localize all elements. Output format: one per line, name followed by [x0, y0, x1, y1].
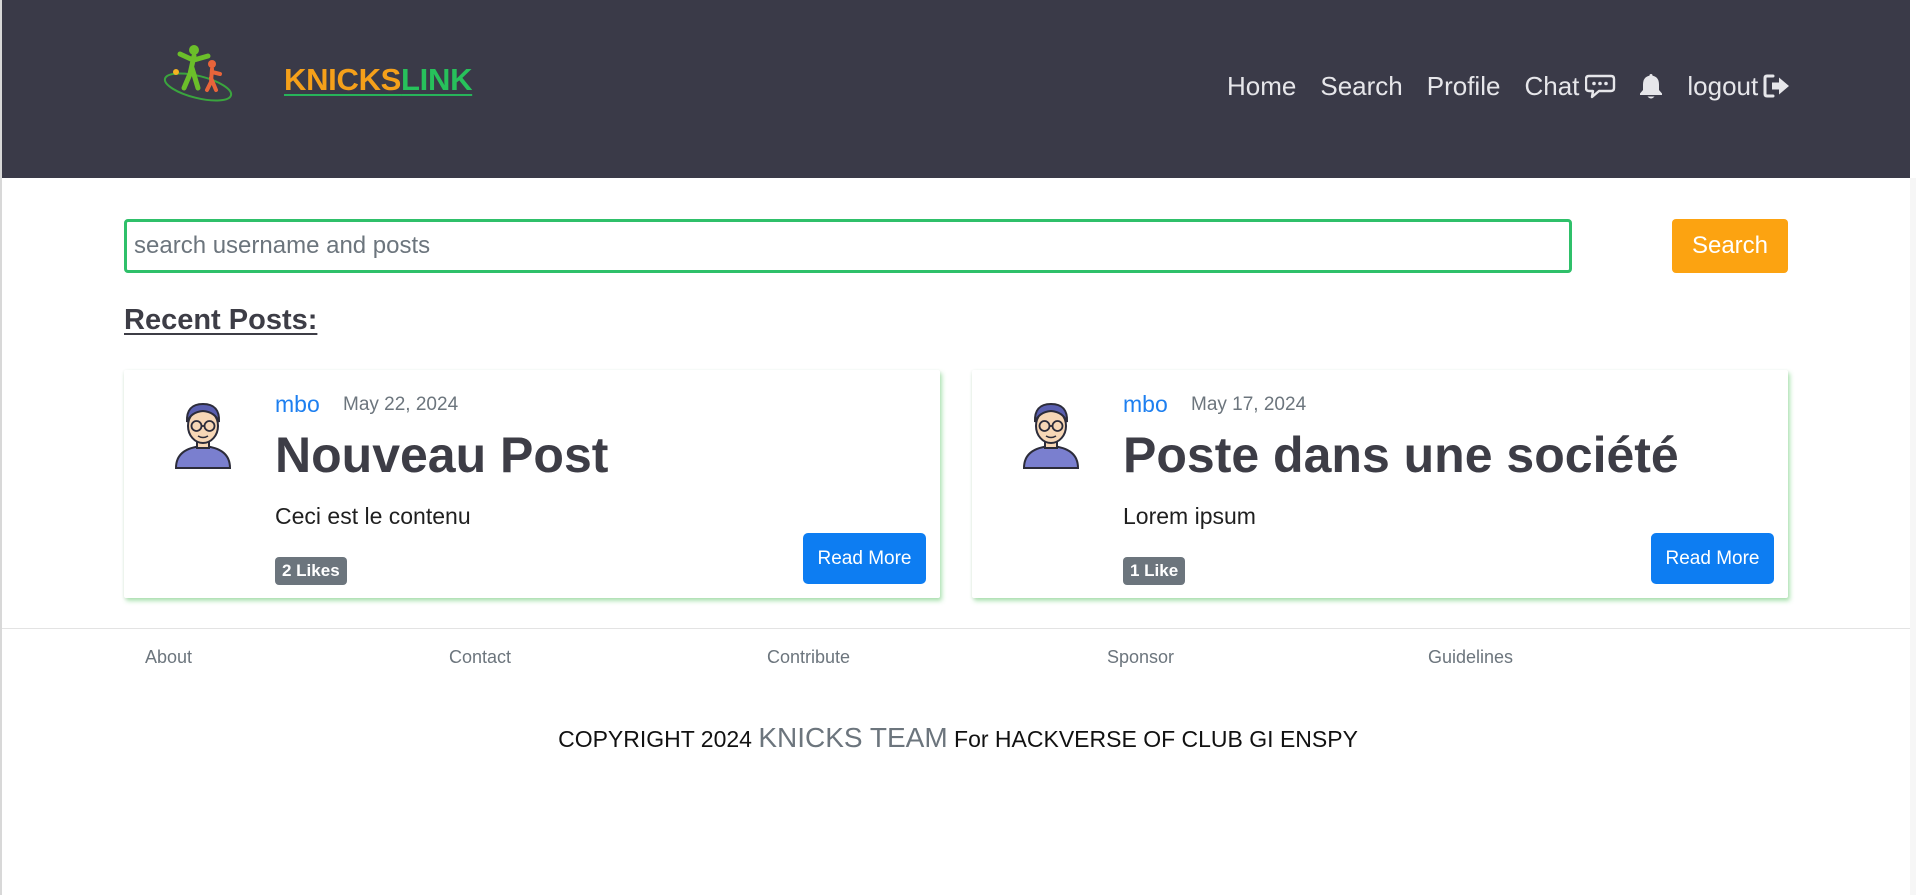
post-title: Poste dans une société [1123, 427, 1679, 483]
navbar: KNICKSLINK Home Search Profile Chat logo… [2, 0, 1910, 178]
nav-search[interactable]: Search [1320, 71, 1402, 102]
post-author-link[interactable]: mbo [1123, 391, 1168, 418]
nav-home[interactable]: Home [1227, 71, 1296, 102]
user-avatar [174, 402, 232, 469]
copyright-prefix: COPYRIGHT 2024 [558, 726, 759, 752]
footer-link-contribute[interactable]: Contribute [767, 647, 850, 668]
user-avatar [1022, 402, 1080, 469]
footer-divider [2, 628, 1910, 629]
recent-posts-heading: Recent Posts: [124, 304, 318, 336]
read-more-button[interactable]: Read More [803, 533, 926, 584]
brand-link-text: LINK [401, 62, 473, 97]
post-card: mbo May 22, 2024 Nouveau Post Ceci est l… [124, 370, 940, 598]
logout-icon [1763, 74, 1790, 98]
chat-bubble-icon [1585, 74, 1616, 99]
copyright-team: KNICKS TEAM [758, 722, 948, 753]
read-more-button[interactable]: Read More [1651, 533, 1774, 584]
logout-label: logout [1687, 70, 1759, 101]
post-body: Lorem ipsum [1123, 503, 1256, 529]
scrollbar-track[interactable] [1910, 178, 1916, 895]
copyright-suffix: For HACKVERSE OF CLUB GI ENSPY [947, 726, 1358, 752]
post-date: May 17, 2024 [1191, 394, 1307, 415]
likes-badge: 1 Like [1123, 557, 1186, 585]
footer-link-sponsor[interactable]: Sponsor [1107, 647, 1174, 668]
search-bar: Search [124, 219, 1790, 273]
main-nav: Home Search Profile Chat logout [1227, 68, 1791, 104]
footer-link-guidelines[interactable]: Guidelines [1428, 647, 1513, 668]
brand-knicks: KNICKS [284, 62, 402, 97]
search-input[interactable] [124, 219, 1572, 273]
bell-icon [1640, 74, 1663, 99]
post-card: mbo May 17, 2024 Poste dans une société … [972, 370, 1788, 598]
post-body: Ceci est le contenu [275, 503, 471, 529]
likes-badge: 2 Likes [275, 557, 347, 585]
post-author-link[interactable]: mbo [275, 391, 320, 418]
notifications-button[interactable] [1639, 72, 1663, 100]
footer-link-about[interactable]: About [145, 647, 192, 668]
search-button[interactable]: Search [1672, 219, 1788, 273]
logo-icon[interactable] [162, 42, 242, 102]
nav-chat-label: Chat [1524, 70, 1580, 101]
nav-chat[interactable]: Chat [1524, 71, 1617, 102]
brand-link[interactable]: KNICKSLINK [284, 62, 472, 98]
footer-link-contact[interactable]: Contact [449, 647, 511, 668]
post-title: Nouveau Post [275, 427, 609, 483]
logout-link[interactable]: logout [1687, 71, 1791, 102]
nav-profile[interactable]: Profile [1427, 71, 1501, 102]
post-date: May 22, 2024 [343, 394, 459, 415]
copyright-text: COPYRIGHT 2024 KNICKS TEAM For HACKVERSE… [0, 722, 1916, 754]
